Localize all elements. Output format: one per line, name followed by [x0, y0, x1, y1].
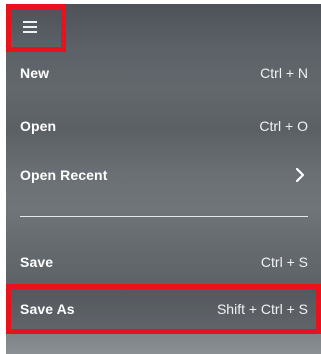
- menu-item-open-recent[interactable]: Open Recent: [6, 153, 321, 197]
- menu-item-open[interactable]: Open Ctrl + O: [6, 104, 321, 148]
- menu-item-save[interactable]: Save Ctrl + S: [6, 240, 321, 284]
- menu-item-label: Open Recent: [20, 167, 108, 183]
- menu-item-label: Open: [20, 118, 57, 134]
- shortcut-label: Shift + Ctrl + S: [216, 301, 308, 317]
- menu-item-label: New: [20, 65, 50, 81]
- shortcut-label: Ctrl + N: [260, 65, 308, 81]
- menu-divider: [20, 216, 308, 217]
- shortcut-label: Ctrl + O: [259, 118, 308, 134]
- menu-item-new[interactable]: New Ctrl + N: [6, 51, 321, 95]
- menu-item-save-as[interactable]: Save As Shift + Ctrl + S: [6, 287, 321, 331]
- menu-item-label: Save As: [20, 301, 75, 317]
- file-menu-panel: New Ctrl + N Open Ctrl + O Open Recent S…: [6, 4, 321, 354]
- hamburger-icon: [23, 21, 37, 33]
- shortcut-label: Ctrl + S: [260, 254, 308, 270]
- menu-toggle-button[interactable]: [6, 4, 66, 52]
- menu-item-label: Save: [20, 254, 54, 270]
- chevron-right-icon: [295, 167, 305, 183]
